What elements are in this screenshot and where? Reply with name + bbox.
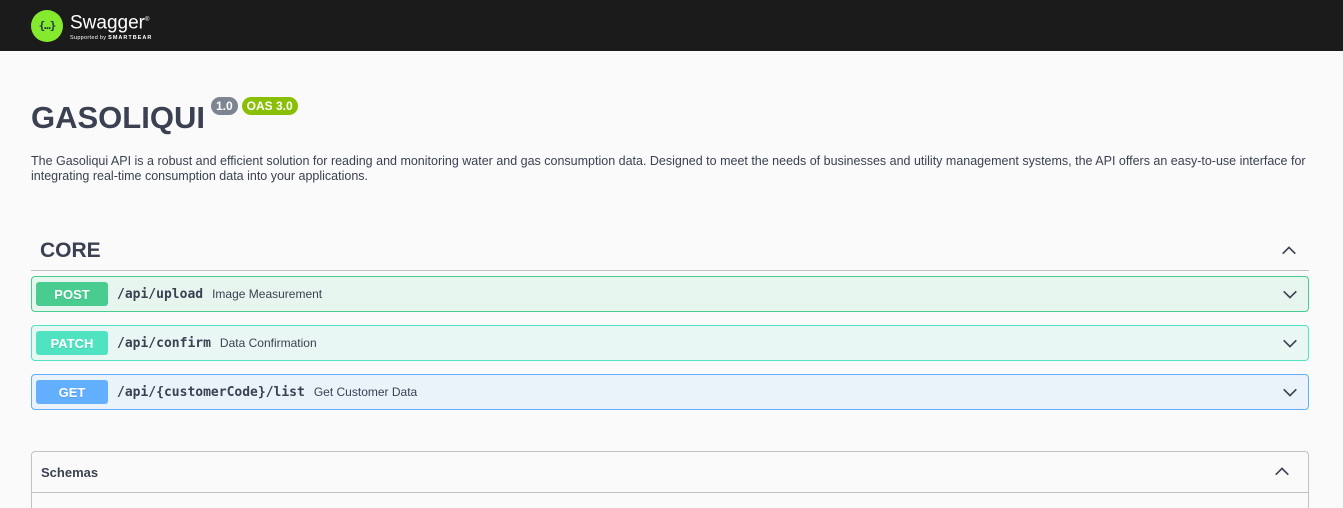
schemas-title: Schemas	[41, 464, 99, 480]
oas-badge: OAS 3.0	[241, 97, 298, 115]
main-content: GASOLIQUI 1.0 OAS 3.0 The Gasoliqui API …	[0, 95, 1343, 508]
operation-path: /api/upload	[117, 286, 204, 302]
swagger-logo[interactable]: {…} Swagger® Supported by SMARTBEAR	[31, 9, 153, 42]
tag-header-core[interactable]: CORE	[31, 232, 1309, 271]
version-badge: 1.0	[210, 97, 238, 115]
chevron-down-icon[interactable]	[1280, 382, 1300, 402]
schemas-header[interactable]: Schemas	[32, 452, 1308, 493]
method-badge: GET	[36, 380, 108, 404]
chevron-up-icon[interactable]	[1272, 462, 1292, 482]
supported-by: Supported by SMARTBEAR	[70, 34, 153, 41]
method-badge: PATCH	[36, 331, 108, 355]
chevron-up-icon[interactable]	[1279, 241, 1299, 261]
api-info: GASOLIQUI 1.0 OAS 3.0 The Gasoliqui API …	[31, 95, 1309, 183]
operation-summary: Image Measurement	[212, 287, 323, 301]
tag-section-core: CORE POST /api/upload Image Measurement …	[31, 232, 1309, 410]
tag-name: CORE	[40, 239, 101, 262]
schemas-section: Schemas	[31, 451, 1309, 508]
method-badge: POST	[36, 282, 108, 306]
operation-patch-confirm[interactable]: PATCH /api/confirm Data Confirmation	[31, 325, 1309, 361]
api-description: The Gasoliqui API is a robust and effici…	[31, 154, 1306, 183]
chevron-down-icon[interactable]	[1280, 284, 1300, 304]
brand-name: Swagger	[70, 12, 145, 34]
operation-summary: Get Customer Data	[313, 385, 418, 399]
api-title: GASOLIQUI	[31, 100, 205, 135]
operation-path: /api/{customerCode}/list	[117, 384, 305, 400]
chevron-down-icon[interactable]	[1280, 333, 1300, 353]
operation-summary: Data Confirmation	[219, 336, 317, 350]
swagger-logo-icon: {…}	[31, 9, 63, 42]
operation-path: /api/confirm	[117, 335, 211, 351]
operation-get-customer-list[interactable]: GET /api/{customerCode}/list Get Custome…	[31, 374, 1309, 410]
topbar: {…} Swagger® Supported by SMARTBEAR	[0, 0, 1343, 51]
operation-post-upload[interactable]: POST /api/upload Image Measurement	[31, 276, 1309, 312]
